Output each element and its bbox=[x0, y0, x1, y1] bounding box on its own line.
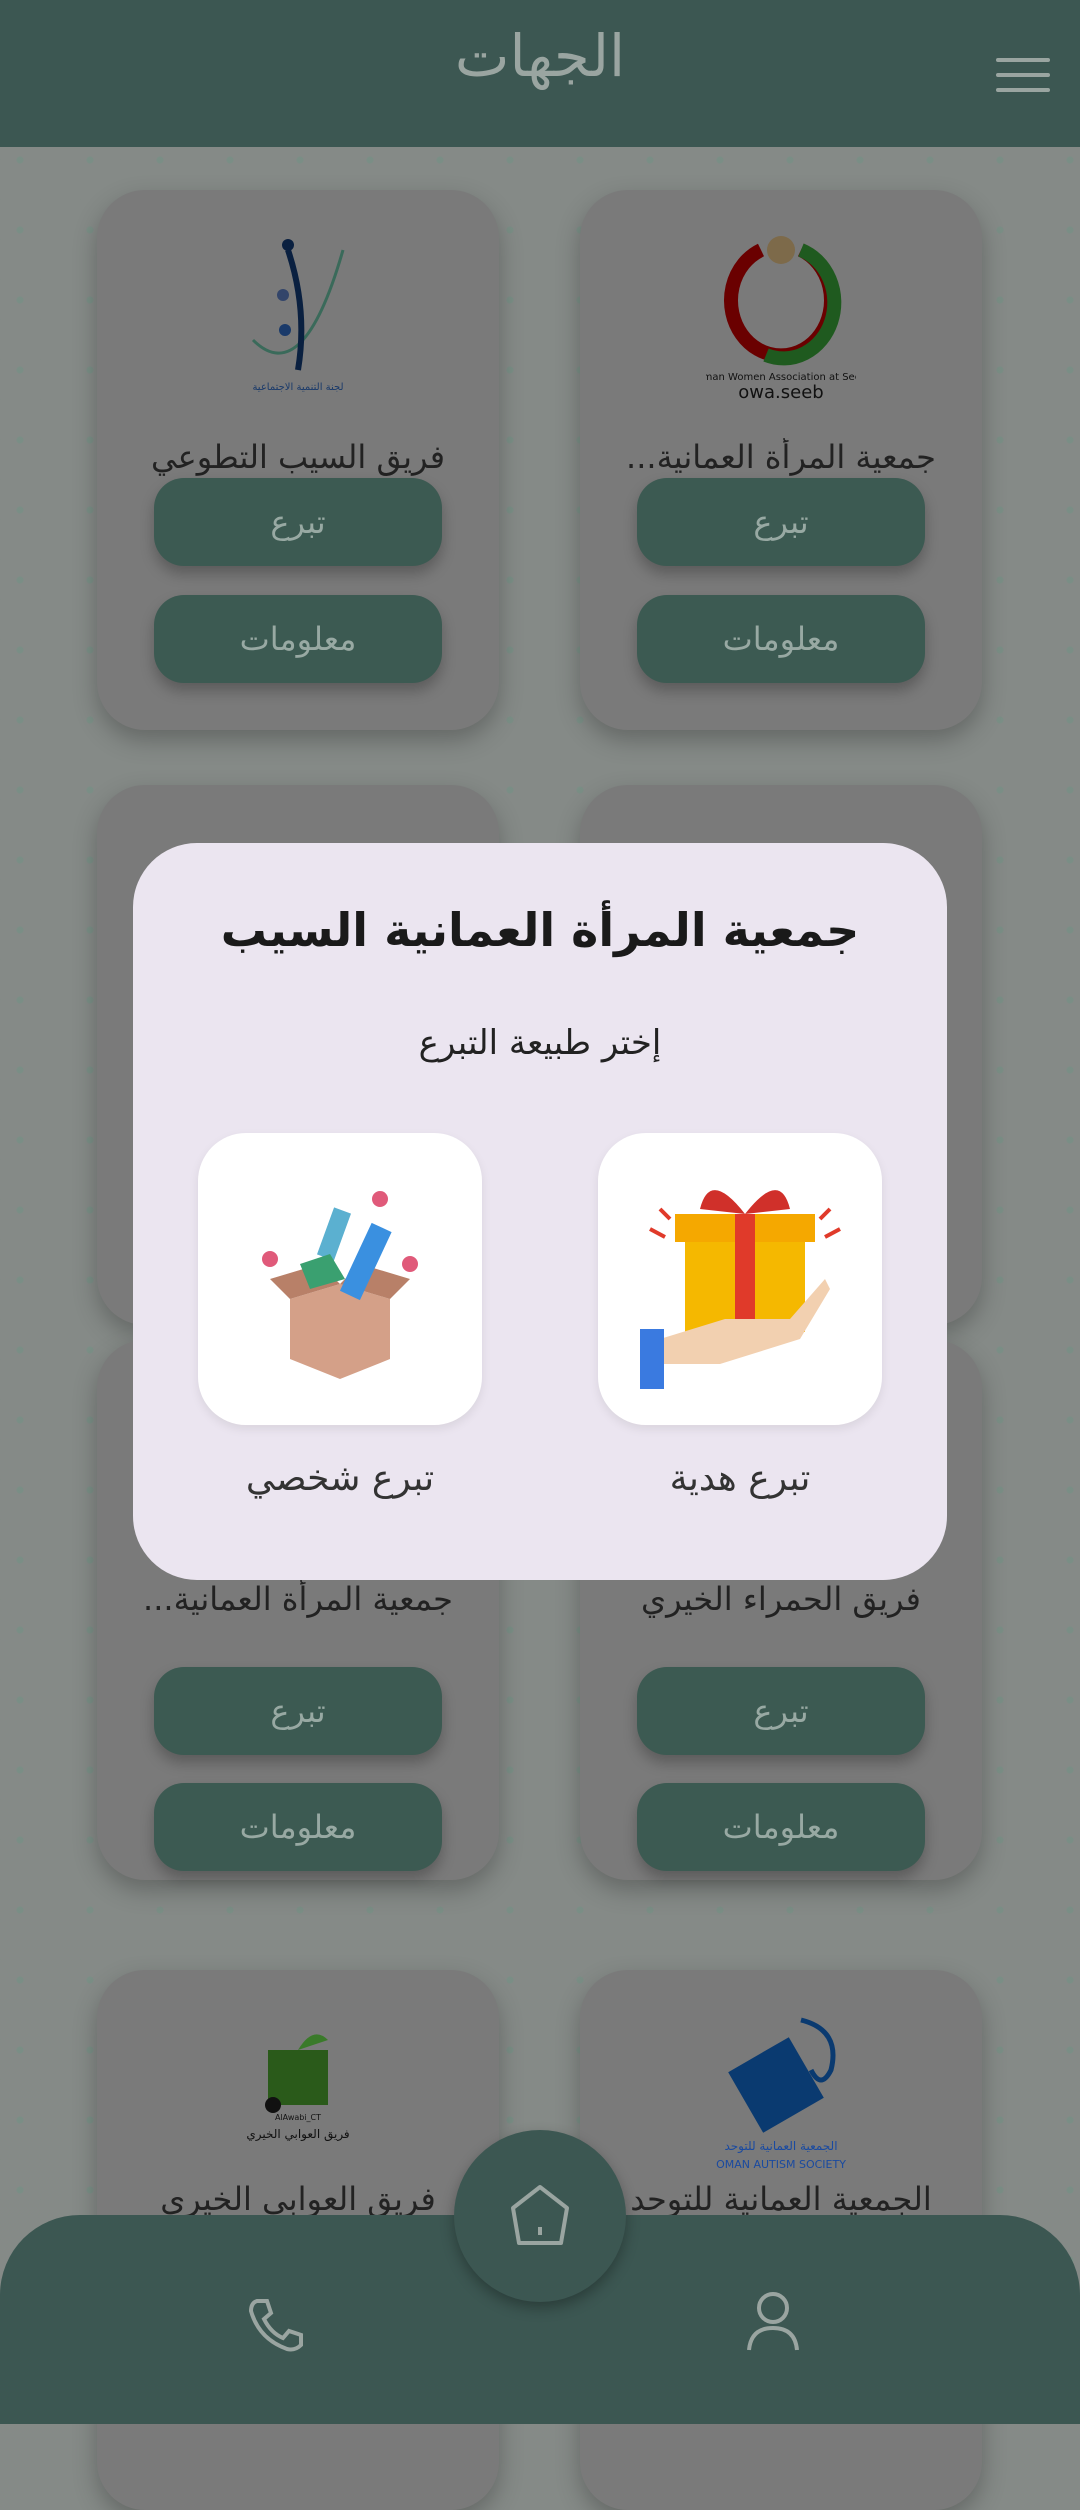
donate-button[interactable]: تبرع bbox=[154, 478, 442, 566]
hamburger-icon[interactable] bbox=[996, 58, 1050, 92]
info-button[interactable]: معلومات bbox=[637, 1783, 925, 1871]
donate-button[interactable]: تبرع bbox=[637, 1667, 925, 1755]
org-logo: Oman Women Association at Seebowa.seeb bbox=[681, 220, 881, 410]
org-card: Oman Women Association at Seebowa.seeb ج… bbox=[580, 190, 982, 730]
org-logo: AlAwabi_CT فريق العوابي الخيري bbox=[198, 2000, 398, 2190]
org-name: فريق العوابي الخيري bbox=[160, 2180, 436, 2218]
home-icon bbox=[511, 2185, 569, 2245]
info-button[interactable]: معلومات bbox=[637, 595, 925, 683]
svg-text:فريق العوابي الخيري: فريق العوابي الخيري bbox=[246, 2127, 349, 2142]
profile-button[interactable] bbox=[745, 2290, 801, 2356]
svg-text:OMAN AUTISM SOCIETY: OMAN AUTISM SOCIETY bbox=[716, 2158, 846, 2171]
info-button[interactable]: معلومات bbox=[154, 595, 442, 683]
dialog-title: جمعية المرأة العمانية السيب bbox=[220, 903, 860, 957]
org-logo: لجنة التنمية الاجتماعية bbox=[198, 220, 398, 410]
info-button[interactable]: معلومات bbox=[154, 1783, 442, 1871]
user-icon bbox=[747, 2292, 799, 2351]
org-name: جمعية المرأة العمانية... bbox=[626, 438, 936, 476]
gift-donation-label: تبرع هدية bbox=[669, 1458, 811, 1499]
org-logo: الجمعية العمانية للتوحد OMAN AUTISM SOCIE… bbox=[681, 2000, 881, 2190]
personal-donation-label: تبرع شخصي bbox=[245, 1458, 435, 1499]
org-name: فريق السيب التطوعي bbox=[151, 438, 445, 476]
phone-icon bbox=[248, 2299, 303, 2352]
dialog-subtitle: إختر طبيعة التبرع bbox=[418, 1023, 662, 1063]
svg-text:AlAwabi_CT: AlAwabi_CT bbox=[275, 2113, 321, 2122]
org-name: الجمعية العمانية للتوحد bbox=[630, 2180, 932, 2218]
donation-type-dialog: جمعية المرأة العمانية السيب إختر طبيعة ا… bbox=[133, 843, 947, 1580]
phone-button[interactable] bbox=[245, 2295, 305, 2359]
org-card: لجنة التنمية الاجتماعية فريق السيب التطو… bbox=[97, 190, 499, 730]
gift-hand-icon bbox=[640, 1190, 841, 1389]
gift-donation-option[interactable] bbox=[598, 1133, 882, 1425]
app-header: الجهات bbox=[0, 0, 1080, 147]
home-button[interactable] bbox=[454, 2130, 626, 2302]
svg-text:owa.seeb: owa.seeb bbox=[738, 382, 823, 400]
donate-button[interactable]: تبرع bbox=[637, 478, 925, 566]
donate-button[interactable]: تبرع bbox=[154, 1667, 442, 1755]
page-title: الجهات bbox=[454, 22, 626, 90]
personal-donation-option[interactable] bbox=[198, 1133, 482, 1425]
svg-text:الجمعية العمانية للتوحد: الجمعية العمانية للتوحد bbox=[724, 2139, 837, 2154]
org-name: جمعية المرأة العمانية... bbox=[143, 1580, 453, 1618]
svg-text:لجنة التنمية الاجتماعية: لجنة التنمية الاجتماعية bbox=[252, 382, 343, 393]
org-name: فريق الحمراء الخيري bbox=[641, 1580, 921, 1618]
clothes-box-icon bbox=[262, 1191, 418, 1379]
